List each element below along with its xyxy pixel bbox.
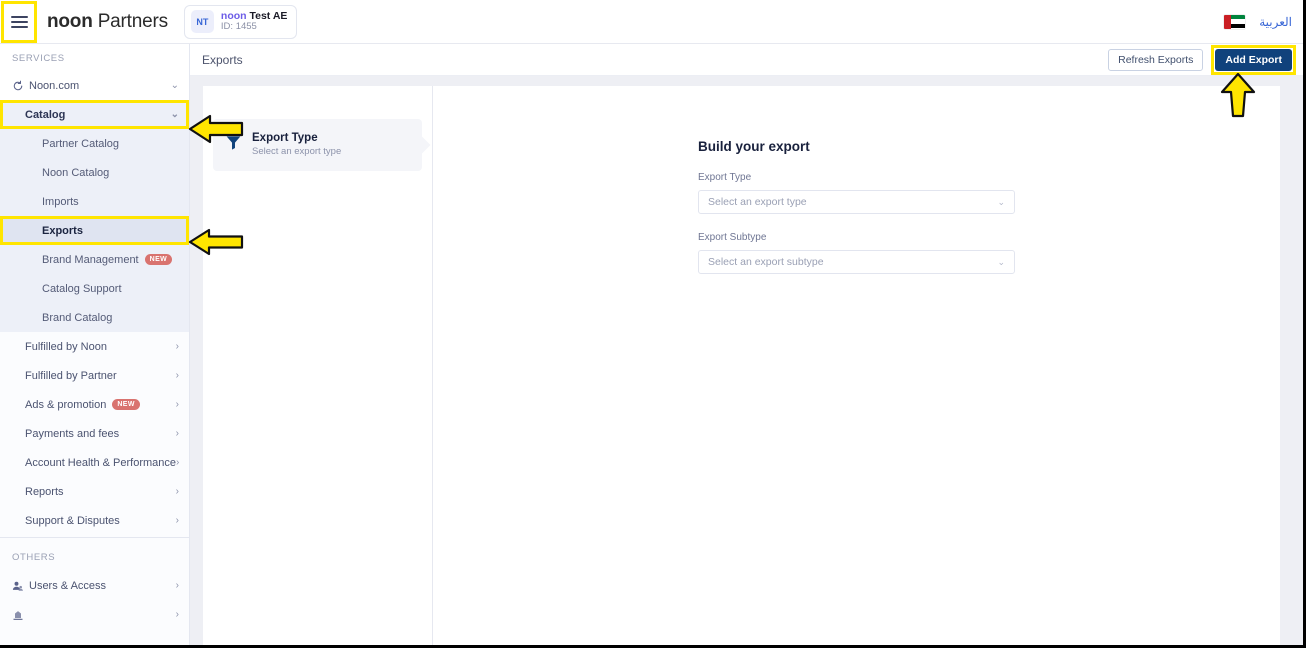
account-switcher[interactable]: NT noon Test AE ID: 1455 bbox=[183, 4, 298, 39]
chevron-down-icon: ⌄ bbox=[997, 196, 1005, 207]
sidebar-section-services: SERVICES bbox=[0, 44, 189, 71]
refresh-exports-button[interactable]: Refresh Exports bbox=[1108, 48, 1204, 71]
sidebar-item-obscured[interactable]: › bbox=[0, 600, 189, 629]
main-content: Export Type Select an export type Build … bbox=[190, 76, 1303, 645]
badge-new: NEW bbox=[144, 254, 173, 265]
sidebar-item-imports[interactable]: Imports bbox=[0, 187, 189, 216]
export-type-label: Export Type bbox=[698, 172, 752, 183]
funnel-icon bbox=[225, 134, 242, 156]
sidebar-item-catalog[interactable]: Catalog ⌄ bbox=[0, 100, 189, 129]
refresh-circle-icon bbox=[12, 80, 29, 92]
form-heading: Build your export bbox=[698, 139, 810, 154]
step-text: Export Type Select an export type bbox=[252, 131, 341, 159]
sidebar-item-label: Noon.com bbox=[29, 79, 80, 92]
sidebar-item-fulfilled-by-partner[interactable]: Fulfilled by Partner › bbox=[0, 361, 189, 390]
sidebar-item-catalog-support[interactable]: Catalog Support bbox=[0, 274, 189, 303]
sidebar-item-label: Support & Disputes bbox=[25, 514, 120, 527]
sidebar-item-partner-catalog[interactable]: Partner Catalog bbox=[0, 129, 189, 158]
page-title: Exports bbox=[202, 52, 243, 67]
export-type-select[interactable]: Select an export type ⌄ bbox=[698, 190, 1015, 214]
avatar: NT bbox=[190, 10, 214, 33]
sidebar-item-brand-catalog[interactable]: Brand Catalog bbox=[0, 303, 189, 332]
sidebar-item-label: Partner Catalog bbox=[42, 137, 120, 150]
chevron-down-icon: ⌄ bbox=[170, 108, 179, 120]
hamburger-icon bbox=[10, 15, 28, 28]
form-pane: Build your export Export Type Select an … bbox=[433, 86, 1280, 645]
sidebar-item-label: Ads & promotion bbox=[25, 398, 107, 411]
chevron-right-icon: › bbox=[175, 398, 179, 410]
sidebar-item-label: Catalog Support bbox=[42, 282, 122, 295]
sidebar-section-others: OTHERS bbox=[12, 552, 56, 563]
sidebar-item-label: Fulfilled by Noon bbox=[25, 340, 107, 353]
sidebar-item-label: Catalog bbox=[25, 108, 66, 121]
sidebar-item-brand-management[interactable]: Brand Management NEW bbox=[0, 245, 189, 274]
account-text: noon Test AE ID: 1455 bbox=[221, 10, 288, 33]
top-header: noon Partners NT noon Test AE ID: 1455 ا… bbox=[0, 0, 1303, 44]
step-export-type[interactable]: Export Type Select an export type bbox=[213, 119, 431, 171]
sidebar-item-label: Brand Management bbox=[42, 253, 139, 266]
sidebar-item-fulfilled-by-noon[interactable]: Fulfilled by Noon › bbox=[0, 332, 189, 361]
chevron-right-icon: › bbox=[175, 514, 179, 526]
users-icon bbox=[12, 580, 29, 592]
step-pointer bbox=[413, 136, 431, 154]
sidebar-item-label: Reports bbox=[25, 485, 64, 498]
steps-pane: Export Type Select an export type bbox=[203, 86, 433, 645]
brand-logo: noon Partners bbox=[47, 11, 168, 33]
brand-name-bold: noon bbox=[47, 10, 93, 32]
export-subtype-placeholder: Select an export subtype bbox=[708, 256, 824, 268]
chevron-right-icon: › bbox=[175, 369, 179, 381]
export-subtype-select[interactable]: Select an export subtype ⌄ bbox=[698, 250, 1015, 274]
sidebar-item-exports[interactable]: Exports bbox=[0, 216, 189, 245]
export-subtype-label: Export Subtype bbox=[698, 232, 767, 243]
chevron-right-icon: › bbox=[176, 456, 180, 468]
chevron-down-icon: ⌄ bbox=[170, 79, 179, 91]
language-switch-link[interactable]: العربية bbox=[1259, 15, 1292, 29]
sidebar-item-payments-and-fees[interactable]: Payments and fees › bbox=[0, 419, 189, 448]
page-toolbar: Exports Refresh Exports Add Export bbox=[190, 44, 1303, 76]
account-id: ID: 1455 bbox=[220, 21, 257, 33]
header-right-group: العربية bbox=[1224, 14, 1303, 29]
chevron-right-icon: › bbox=[175, 608, 179, 620]
chevron-right-icon: › bbox=[175, 485, 179, 497]
step-title: Export Type bbox=[252, 131, 318, 144]
sidebar-item-reports[interactable]: Reports › bbox=[0, 477, 189, 506]
sidebar-item-label: Account Health & Performance bbox=[25, 456, 177, 469]
sidebar: SERVICES Noon.com ⌄ Catalog ⌄ Partner Ca… bbox=[0, 44, 190, 645]
toolbar-actions: Refresh Exports Add Export bbox=[1108, 44, 1303, 75]
add-export-highlight: Add Export bbox=[1211, 44, 1296, 75]
sidebar-divider bbox=[0, 537, 189, 538]
chevron-right-icon: › bbox=[175, 340, 179, 352]
uae-flag-icon bbox=[1224, 14, 1246, 29]
sidebar-item-account-health-and-performance[interactable]: Account Health & Performance › bbox=[0, 448, 189, 477]
chevron-right-icon: › bbox=[175, 579, 179, 591]
sidebar-item-label: Noon Catalog bbox=[42, 166, 110, 179]
build-export-form: Build your export Export Type Select an … bbox=[698, 139, 1015, 292]
export-builder-card: Export Type Select an export type Build … bbox=[203, 86, 1280, 645]
sidebar-item-label: Exports bbox=[42, 224, 83, 237]
sidebar-item-users-and-access[interactable]: Users & Access › bbox=[0, 571, 189, 600]
sidebar-item-noon-catalog[interactable]: Noon Catalog bbox=[0, 158, 189, 187]
sidebar-item-label: Fulfilled by Partner bbox=[25, 369, 117, 382]
sidebar-item-label: Brand Catalog bbox=[42, 311, 113, 324]
sidebar-item-label: Imports bbox=[42, 195, 79, 208]
brand-name-light: Partners bbox=[92, 10, 168, 32]
add-export-button[interactable]: Add Export bbox=[1215, 48, 1292, 71]
chevron-down-icon: ⌄ bbox=[997, 256, 1005, 267]
menu-toggle-button[interactable] bbox=[1, 0, 37, 43]
badge-new: NEW bbox=[112, 399, 140, 410]
sidebar-item-label: Users & Access bbox=[29, 579, 107, 592]
app-window: noon Partners NT noon Test AE ID: 1455 ا… bbox=[0, 0, 1306, 648]
sidebar-item-ads-and-promotion[interactable]: Ads & promotion NEW › bbox=[0, 390, 189, 419]
sidebar-item-noon-com[interactable]: Noon.com ⌄ bbox=[0, 71, 189, 100]
sidebar-item-support-and-disputes[interactable]: Support & Disputes › bbox=[0, 506, 189, 535]
export-type-placeholder: Select an export type bbox=[708, 196, 807, 208]
chevron-right-icon: › bbox=[175, 427, 179, 439]
obscured-icon bbox=[12, 609, 29, 621]
sidebar-item-label: Payments and fees bbox=[25, 427, 120, 440]
step-subtitle: Select an export type bbox=[252, 146, 342, 158]
